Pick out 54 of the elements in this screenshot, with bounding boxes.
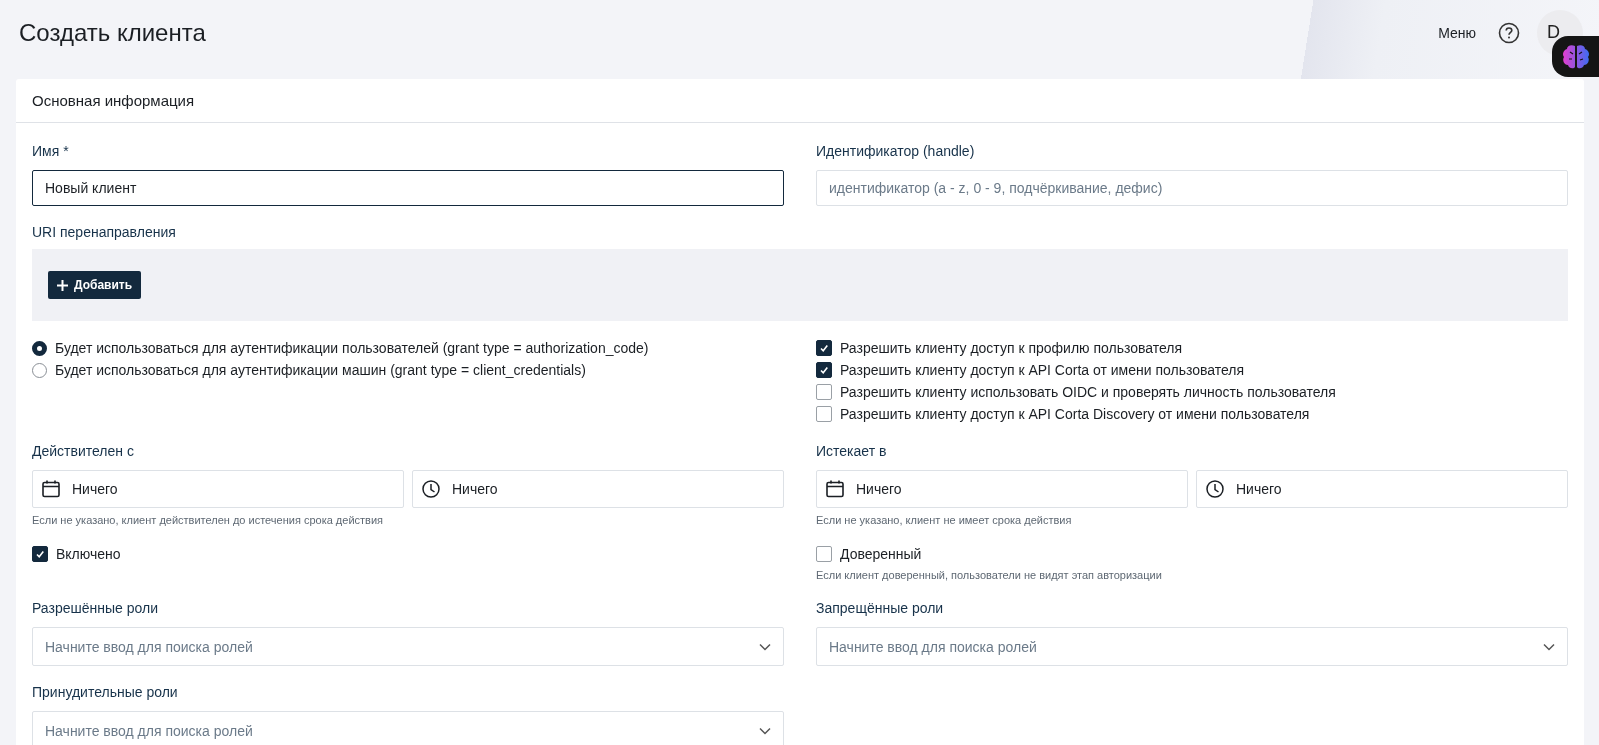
checkbox[interactable] — [816, 546, 832, 562]
chevron-down-icon — [1543, 642, 1555, 651]
floating-assistant-menu[interactable] — [1552, 36, 1599, 77]
time-field[interactable]: Ничего — [412, 470, 784, 508]
option-label: Будет использоваться для аутентификации пользователей (grant type = authorization_code) — [55, 340, 649, 356]
chevron-down-icon — [759, 726, 771, 735]
calendar-icon — [825, 479, 845, 499]
card-title: Основная информация — [16, 79, 1584, 123]
check-icon — [35, 549, 45, 559]
field-label: Запрещённые роли — [816, 599, 945, 618]
check-icon — [819, 365, 829, 375]
field-label: Истекает в — [816, 442, 888, 461]
checkbox-label: Включено — [56, 546, 121, 562]
handle-field[interactable]: идентификатор (a - z, 0 - 9, подчёркивание, дефис) — [816, 170, 1568, 206]
field-label: Разрешённые роли — [32, 599, 159, 618]
clock-icon — [421, 479, 441, 499]
option-label: Будет использоваться для аутентификации машин (grant type = client_credentials) — [55, 362, 586, 378]
check-icon — [819, 343, 829, 353]
time-field[interactable]: Ничего — [1196, 470, 1568, 508]
roles-select[interactable]: Начните ввод для поиска ролей — [32, 711, 784, 745]
page-title: Создать клиента — [19, 18, 207, 47]
chevron-down-icon — [759, 642, 771, 651]
menu-link[interactable]: Меню — [1438, 24, 1476, 41]
field-label: Действителен с — [32, 442, 135, 461]
name-field[interactable]: Новый клиент — [32, 170, 784, 206]
radio-button[interactable] — [32, 362, 47, 378]
checkbox[interactable] — [816, 406, 832, 422]
radio-button[interactable] — [32, 340, 47, 356]
clock-icon — [1205, 479, 1225, 499]
field-label: Принудительные роли — [32, 683, 179, 702]
roles-select[interactable]: Начните ввод для поиска ролей — [816, 627, 1568, 666]
add-button[interactable]: Добавить — [48, 271, 142, 299]
roles-select[interactable]: Начните ввод для поиска ролей — [32, 627, 784, 666]
checkbox[interactable] — [816, 340, 832, 356]
brain-icon — [1560, 42, 1591, 71]
checkbox[interactable] — [32, 546, 48, 562]
help-icon[interactable] — [1498, 21, 1520, 44]
hint-text: Если не указано, клиент не имеет срока действия — [816, 513, 1073, 527]
option-label: Разрешить клиенту доступ к профилю пользователя — [840, 340, 1183, 356]
field-label: URI перенаправления — [32, 223, 177, 242]
date-field[interactable]: Ничего — [816, 470, 1188, 508]
option-label: Разрешить клиенту использовать OIDC и проверять личность пользователя — [840, 384, 1336, 400]
hint-text: Если не указано, клиент действителен до истечения срока действия — [32, 513, 385, 527]
calendar-icon — [41, 479, 61, 499]
option-label: Разрешить клиенту доступ к API Corta Discovery от имени пользователя — [840, 406, 1310, 422]
checkbox[interactable] — [816, 362, 832, 378]
date-field[interactable]: Ничего — [32, 470, 404, 508]
checkbox-label: Доверенный — [840, 546, 922, 562]
field-label: Идентификатор (handle) — [816, 142, 976, 161]
checkbox[interactable] — [816, 384, 832, 400]
plus-icon — [57, 279, 68, 291]
field-label: Имя * — [32, 142, 70, 161]
hint-text: Если клиент доверенный, пользователи не видят этап авторизации — [816, 568, 1163, 582]
option-label: Разрешить клиенту доступ к API Corta от имени пользователя — [840, 362, 1245, 378]
